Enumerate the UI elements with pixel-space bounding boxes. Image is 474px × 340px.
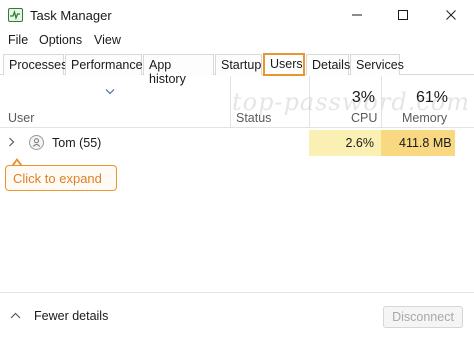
tab-app-history[interactable]: App history [143, 54, 214, 86]
tab-details[interactable]: Details [306, 54, 350, 75]
tab-services[interactable]: Services [350, 54, 404, 75]
expand-chevron-icon[interactable] [8, 137, 15, 147]
close-button[interactable] [428, 0, 474, 30]
column-divider [230, 76, 231, 128]
user-name: Tom (55) [52, 136, 102, 150]
menu-file[interactable]: File [8, 33, 28, 47]
table-row[interactable]: Tom (55) 2.6% 411.8 MB [0, 130, 474, 156]
column-cpu[interactable]: CPU [351, 111, 377, 125]
tab-startup[interactable]: Startup [215, 54, 262, 75]
user-icon [29, 135, 44, 150]
tab-users[interactable]: Users [263, 53, 305, 76]
cpu-total-percent: 3% [351, 89, 375, 106]
column-status[interactable]: Status [236, 111, 271, 125]
column-memory[interactable]: Memory [402, 111, 447, 125]
minimize-icon [352, 14, 362, 16]
footer: Fewer details Disconnect [0, 292, 474, 340]
menu-options[interactable]: Options [39, 33, 82, 47]
tab-performance[interactable]: Performance [65, 54, 143, 75]
callout-label: Click to expand [5, 165, 117, 191]
maximize-icon [398, 10, 408, 20]
maximize-button[interactable] [380, 0, 426, 30]
column-user[interactable]: User [8, 111, 34, 125]
cpu-cell: 2.6% [309, 130, 381, 156]
menu-view[interactable]: View [94, 33, 121, 47]
disconnect-button[interactable]: Disconnect [383, 306, 463, 328]
title-bar: Task Manager [0, 0, 474, 30]
memory-total-percent: 61% [415, 89, 448, 106]
task-manager-icon [8, 8, 23, 22]
minimize-button[interactable] [334, 0, 380, 30]
memory-cell: 411.8 MB [381, 130, 455, 156]
menu-bar: File Options View [0, 31, 474, 51]
tab-bar: Processes Performance App history Startu… [0, 53, 474, 86]
chevron-up-icon[interactable] [10, 312, 21, 319]
sort-chevron-icon[interactable] [105, 88, 115, 95]
column-header: User Status top-password.com 3% CPU 61% … [0, 76, 474, 128]
fewer-details-link[interactable]: Fewer details [34, 309, 108, 323]
tab-processes[interactable]: Processes [3, 54, 67, 75]
window-title: Task Manager [30, 8, 112, 23]
close-icon [446, 10, 456, 20]
